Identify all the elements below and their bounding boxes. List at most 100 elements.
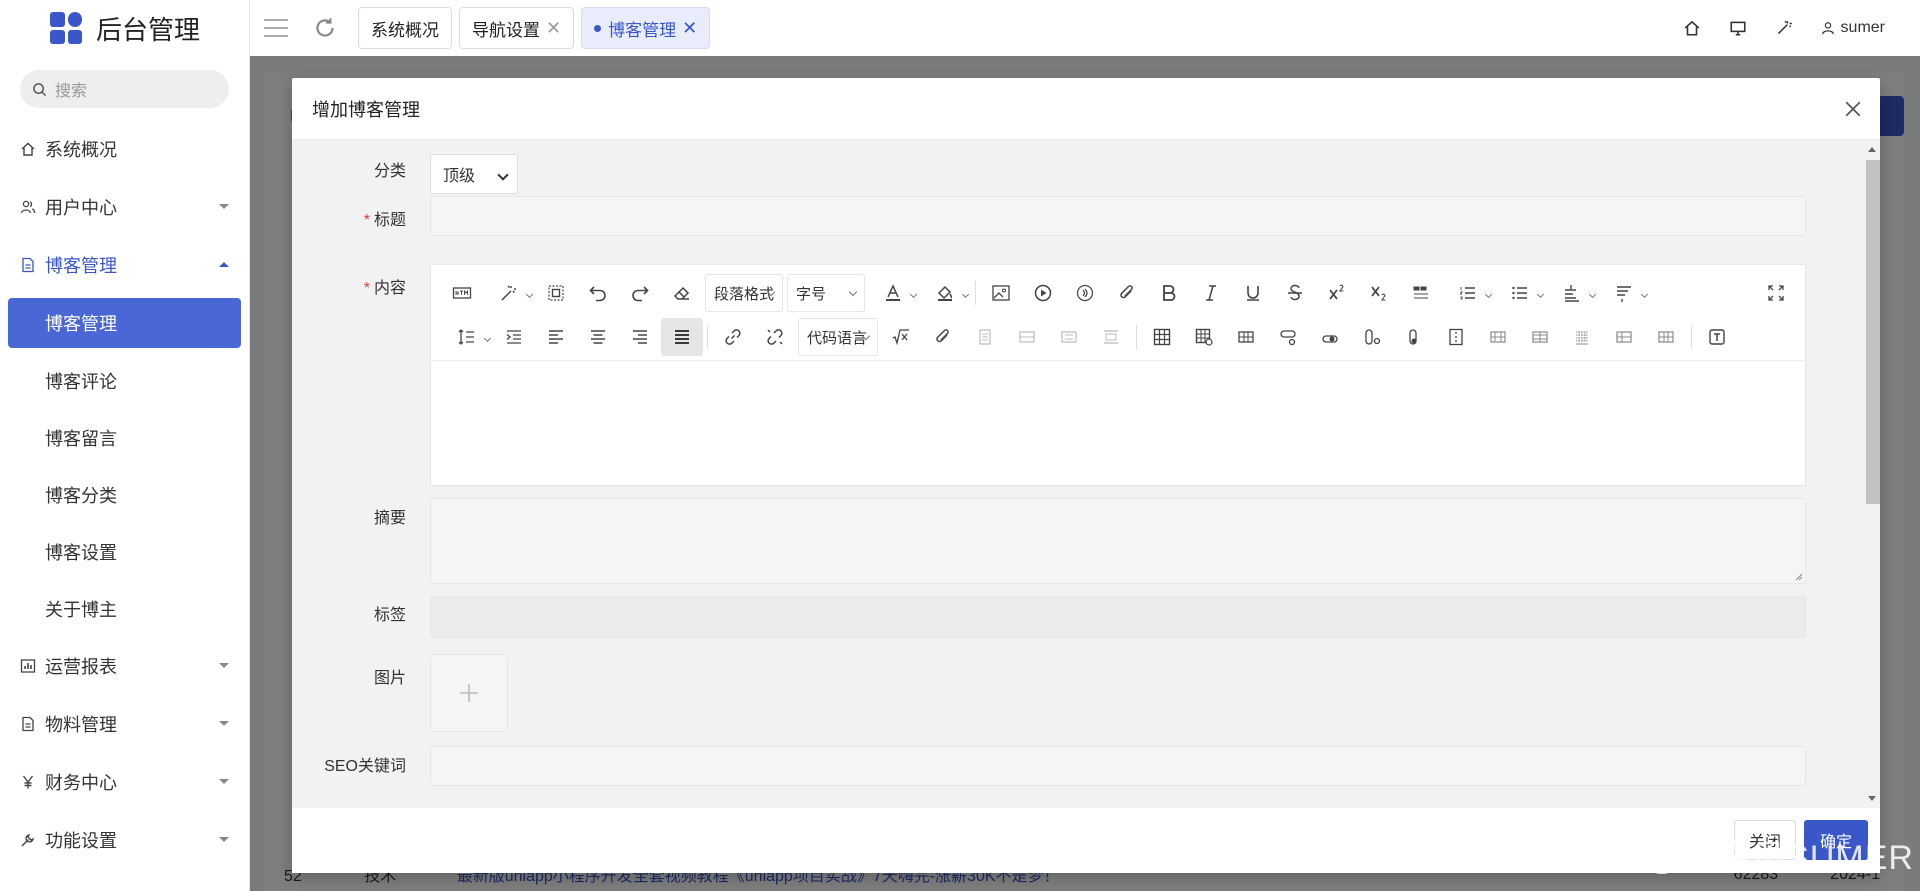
magic-format-icon[interactable] [483,274,535,312]
menu-toggle-icon[interactable] [264,19,288,37]
logo[interactable]: 后台管理 [0,0,249,56]
strikethrough-icon[interactable] [1274,274,1316,312]
align-left-icon[interactable] [535,318,577,356]
font-size-select[interactable]: 字号 [787,274,865,312]
seo-keywords-input[interactable] [430,746,1806,786]
paragraph-format-select[interactable]: 段落格式 [705,274,783,312]
monitor-icon[interactable] [1729,19,1747,37]
app-title: 后台管理 [96,14,201,45]
tab-blog-manage[interactable]: 博客管理 ✕ [581,7,711,49]
formula-icon[interactable] [880,318,922,356]
unlink-icon[interactable] [754,318,796,356]
bold-icon[interactable] [1148,274,1190,312]
scroll-up-icon[interactable] [1868,147,1876,152]
ordered-list-icon[interactable] [1442,274,1494,312]
code-language-select[interactable]: 代码语言 [798,318,878,356]
delete-table-icon[interactable] [1561,318,1603,356]
underline-icon[interactable] [1232,274,1274,312]
insert-table-row-icon[interactable] [1225,318,1267,356]
sidebar-item-materials[interactable]: 物料管理 [0,695,249,753]
sidebar-item-label: 博客分类 [45,485,117,506]
sidebar-item-reports[interactable]: 运营报表 [0,637,249,695]
content-label: * 内容 [363,280,406,297]
tab-overview[interactable]: 系统概况 [358,7,452,49]
eraser-icon[interactable] [661,274,703,312]
align-center-icon[interactable] [577,318,619,356]
blockquote-icon[interactable] [1400,274,1442,312]
redo-icon[interactable] [619,274,661,312]
delete-row-icon[interactable] [1477,318,1519,356]
summary-textarea[interactable] [430,498,1806,584]
align-right-icon[interactable] [619,318,661,356]
line-height-icon[interactable] [1546,274,1598,312]
sidebar-subitem-blog-messages[interactable]: 博客留言 [0,409,249,466]
close-icon[interactable]: ✕ [682,18,697,39]
search-icon [33,82,47,96]
close-button[interactable]: 关闭 [1733,820,1796,860]
sidebar-item-finance[interactable]: 财务中心 [0,753,249,811]
sidebar-subitem-blog-categories[interactable]: 博客分类 [0,466,249,523]
attachment-icon[interactable] [1106,274,1148,312]
resize-handle-icon[interactable] [1793,571,1803,581]
home-icon[interactable] [1683,19,1701,37]
table-settings-icon[interactable] [1183,318,1225,356]
confirm-button[interactable]: 确定 [1803,820,1868,860]
magic-wand-icon[interactable] [1775,19,1793,37]
subscript-icon[interactable] [1358,274,1400,312]
unordered-list-icon[interactable] [1494,274,1546,312]
row-after-icon[interactable] [1309,318,1351,356]
sidebar-subitem-blog-settings[interactable]: 博客设置 [0,523,249,580]
close-icon[interactable] [1844,100,1862,118]
html-icon[interactable] [441,274,483,312]
toolbar-separator [1691,325,1692,349]
image-icon[interactable] [980,274,1022,312]
link-icon[interactable] [712,318,754,356]
dialog-scrollbar[interactable] [1862,140,1880,808]
text-align-icon[interactable] [1598,274,1650,312]
sidebar-item-blog[interactable]: 博客管理 [0,236,249,294]
background-color-icon[interactable] [919,274,971,312]
close-icon[interactable]: ✕ [546,18,561,39]
dialog-footer: 关闭 确定 [292,808,1880,873]
audio-icon[interactable] [1064,274,1106,312]
font-color-icon[interactable] [867,274,919,312]
sidebar-subitem-about[interactable]: 关于博主 [0,580,249,637]
table-icon[interactable] [1141,318,1183,356]
tab-nav-settings[interactable]: 导航设置 ✕ [459,7,575,49]
col-after-icon[interactable] [1393,318,1435,356]
text-box-icon[interactable] [1696,318,1738,356]
refresh-icon[interactable] [312,15,338,41]
scroll-thumb[interactable] [1866,160,1880,504]
indent-icon[interactable] [493,318,535,356]
scroll-down-icon[interactable] [1868,796,1876,801]
sidebar-item-overview[interactable]: 系统概况 [0,120,249,178]
chevron-down-icon [219,779,229,784]
row-before-icon[interactable] [1267,318,1309,356]
sidebar-subitem-blog-manage[interactable]: 博客管理 [8,298,241,348]
sidebar-subitem-blog-comments[interactable]: 博客评论 [0,352,249,409]
select-all-icon[interactable] [535,274,577,312]
title-input[interactable] [430,196,1806,236]
search-input[interactable]: 搜索 [20,70,229,108]
editor-content-area[interactable] [431,361,1805,485]
split-cell-icon[interactable] [1435,318,1477,356]
merge-row-icon[interactable] [1603,318,1645,356]
delete-col-icon[interactable] [1519,318,1561,356]
home-icon [20,141,36,157]
superscript-icon[interactable] [1316,274,1358,312]
undo-icon[interactable] [577,274,619,312]
attachment-2-icon[interactable] [922,318,964,356]
letter-spacing-icon[interactable] [441,318,493,356]
merge-col-icon[interactable] [1645,318,1687,356]
col-before-icon[interactable] [1351,318,1393,356]
sidebar-item-functions[interactable]: 功能设置 [0,811,249,869]
sidebar-item-users[interactable]: 用户中心 [0,178,249,236]
tags-input[interactable] [430,596,1806,638]
fullscreen-icon[interactable] [1755,274,1797,312]
align-justify-icon[interactable] [661,318,703,356]
italic-icon[interactable] [1190,274,1232,312]
video-icon[interactable] [1022,274,1064,312]
category-select[interactable]: 顶级 [430,154,518,194]
image-upload-button[interactable] [430,654,508,732]
user-menu[interactable]: sumer [1821,19,1885,37]
